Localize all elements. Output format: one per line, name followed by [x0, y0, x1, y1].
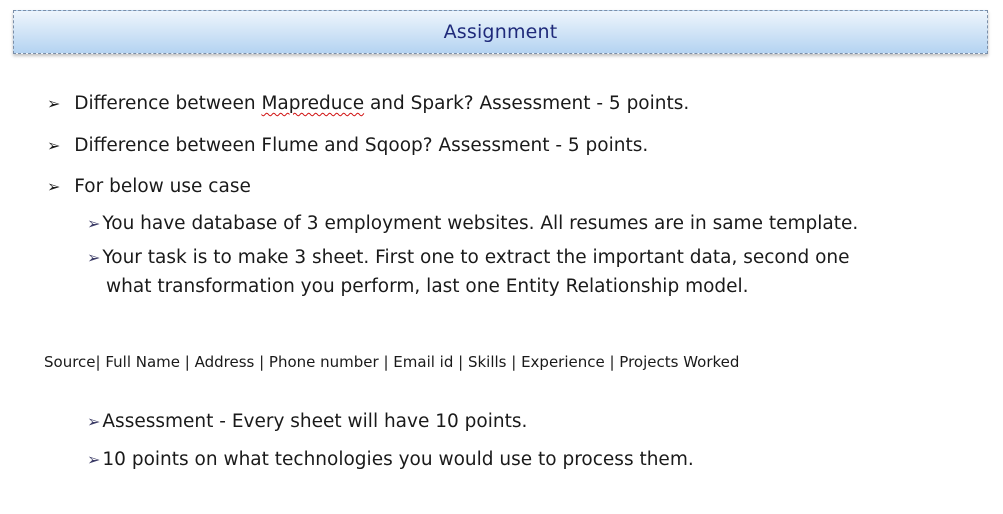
bullet-text: For below use case [74, 176, 251, 197]
bullet-mapreduce-spark: ➢ Difference between Mapreduce and Spark… [47, 92, 689, 116]
sub-bullet-assessment: ➢ Assessment - Every sheet will have 10 p… [87, 410, 527, 434]
bullet-use-case: ➢ For below use case [47, 175, 251, 199]
sub-bullet-text: 10 points on what technologies you would… [102, 449, 694, 470]
sub-bullet-technologies: ➢ 10 points on what technologies you woul… [87, 448, 694, 472]
bullet-text-pre: Difference between [74, 93, 262, 114]
bullet-text: Difference between Flume and Sqoop? Asse… [74, 135, 649, 156]
fields-line: Source| Full Name | Address | Phone numb… [44, 353, 740, 371]
arrow-bullet-icon: ➢ [87, 248, 101, 267]
arrow-bullet-icon: ➢ [47, 94, 61, 113]
arrow-bullet-icon: ➢ [87, 412, 101, 431]
title-bar: Assignment [13, 10, 988, 54]
bullet-text-post: and Spark? Assessment - 5 points. [364, 93, 690, 114]
arrow-bullet-icon: ➢ [87, 450, 101, 469]
arrow-bullet-icon: ➢ [87, 214, 101, 233]
sub-bullet-text: Assessment - Every sheet will have 10 po… [102, 411, 528, 432]
bullet-flume-sqoop: ➢ Difference between Flume and Sqoop? As… [47, 134, 648, 158]
sub-bullet-task-continued: what transformation you perform, last on… [106, 275, 749, 299]
slide-title: Assignment [443, 21, 558, 43]
slide: Assignment ➢ Difference between Mapreduc… [0, 0, 1003, 514]
arrow-bullet-icon: ➢ [47, 177, 61, 196]
sub-bullet-text-line1: Your task is to make 3 sheet. First one … [102, 247, 850, 268]
spellcheck-flagged-word: Mapreduce [261, 93, 365, 114]
arrow-bullet-icon: ➢ [47, 136, 61, 155]
sub-bullet-task: ➢ Your task is to make 3 sheet. First one… [87, 246, 850, 270]
sub-bullet-text-line2: what transformation you perform, last on… [106, 276, 749, 297]
sub-bullet-database: ➢ You have database of 3 employment websi… [87, 212, 858, 236]
sub-bullet-text: You have database of 3 employment websit… [102, 213, 859, 234]
